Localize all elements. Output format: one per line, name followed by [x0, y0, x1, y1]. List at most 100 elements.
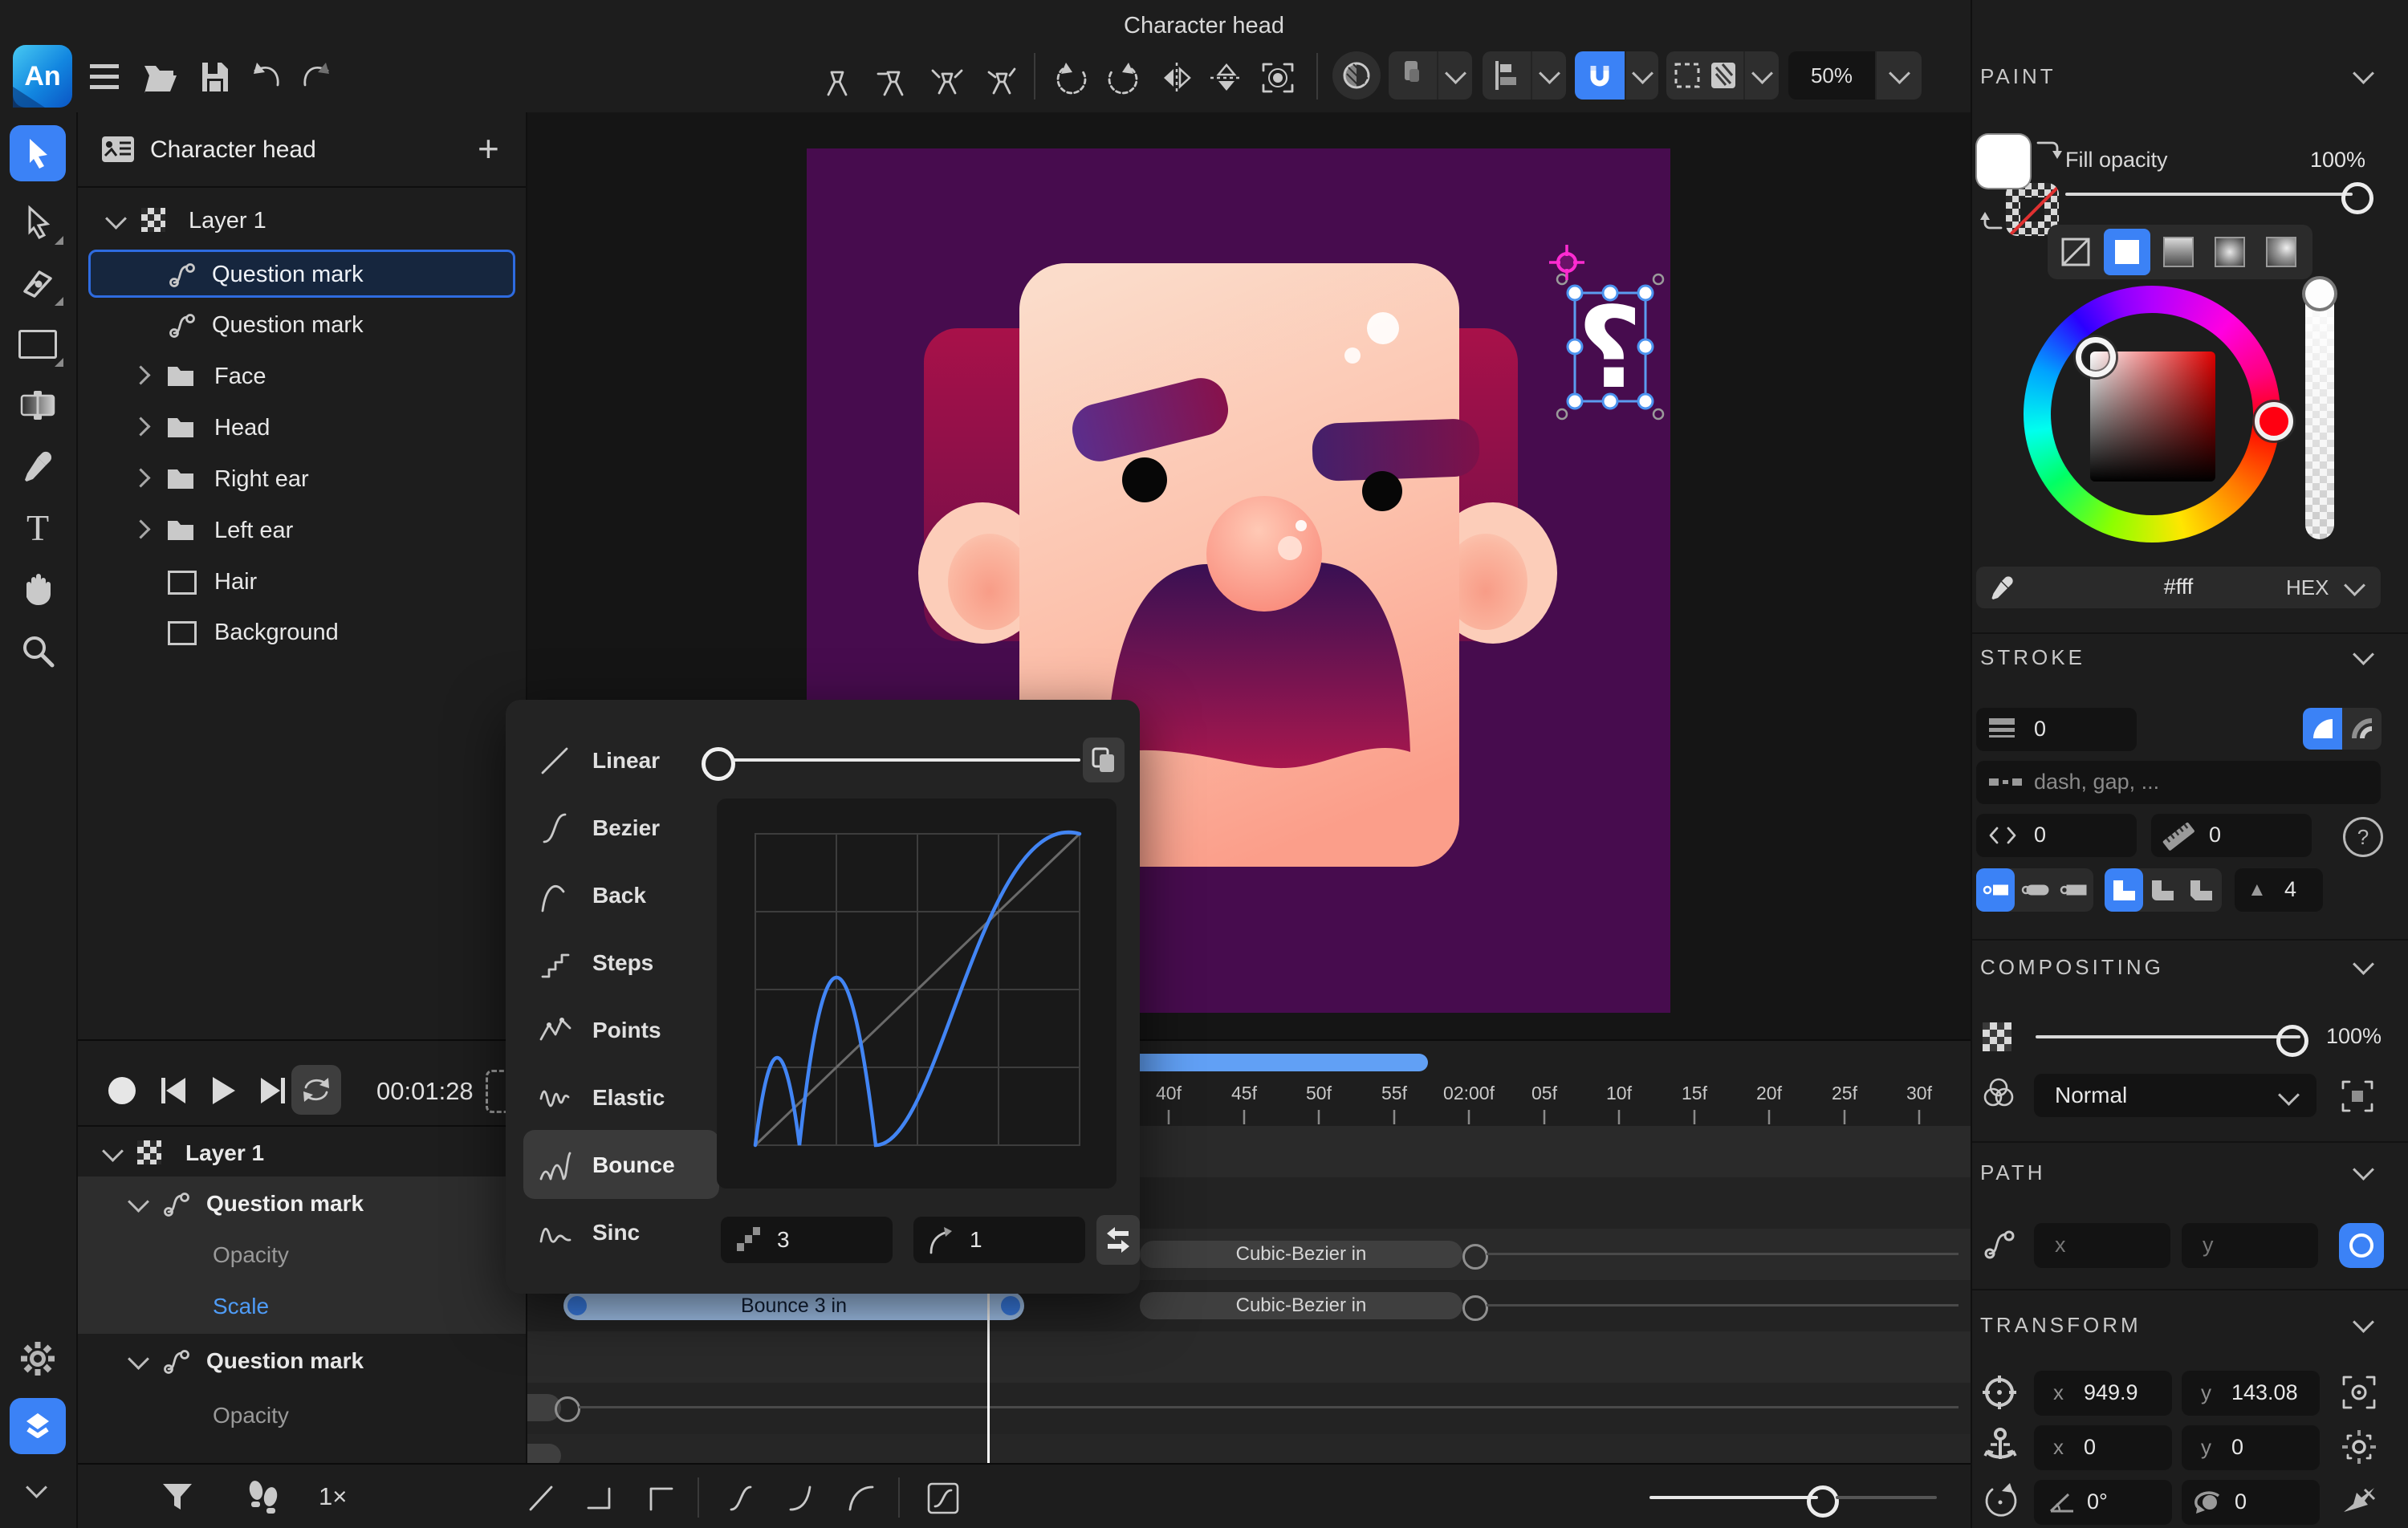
ease-out-icon[interactable] [844, 1481, 879, 1516]
footsteps-icon[interactable] [246, 1479, 279, 1514]
chevron-down-icon[interactable] [105, 208, 127, 230]
swap-direction-button[interactable] [1096, 1215, 1140, 1265]
timeline-zoom-slider[interactable] [1649, 1484, 1938, 1511]
alpha-slider[interactable] [2305, 281, 2334, 539]
ease-hold-in-icon[interactable] [643, 1481, 678, 1516]
track-row-shape[interactable]: Question mark [78, 1334, 526, 1387]
tool-select[interactable] [10, 125, 66, 181]
tool-hand[interactable] [10, 562, 66, 618]
stroke-length-input[interactable]: 0 [2151, 814, 2312, 857]
snap-toggle-button[interactable] [1575, 51, 1625, 100]
align-chevron[interactable] [1532, 51, 1566, 100]
anchor-y-input[interactable]: y 0 [2182, 1425, 2320, 1470]
app-logo[interactable]: An [13, 45, 72, 108]
ease-linear-icon[interactable] [524, 1481, 559, 1516]
chevron-right-icon[interactable] [131, 417, 150, 436]
ease-hold-out-icon[interactable] [584, 1481, 619, 1516]
path-follow-button[interactable] [2339, 1223, 2384, 1268]
swap-fill-stroke-icon[interactable] [2035, 135, 2062, 162]
rotate-cw-button[interactable] [1106, 61, 1141, 95]
hue-handle[interactable] [2255, 402, 2293, 441]
save-button[interactable] [197, 59, 233, 95]
tween-clip-cubic-1[interactable]: Cubic-Bezier in [1140, 1241, 1462, 1268]
tool-eyedropper[interactable] [10, 438, 66, 494]
snap-group[interactable] [1575, 51, 1658, 100]
transform-collapse-chevron[interactable] [2353, 1311, 2374, 1333]
stroke-align-toggle[interactable] [2303, 708, 2382, 750]
chevron-right-icon[interactable] [131, 519, 150, 538]
paint-none-button[interactable] [2052, 229, 2099, 275]
layer-row[interactable]: Right ear [78, 457, 526, 502]
blend-mode-select[interactable]: Normal [2034, 1074, 2316, 1117]
join-miter-button[interactable] [2105, 868, 2143, 912]
layer-row[interactable]: Left ear [78, 508, 526, 553]
clip-fragment[interactable] [527, 1444, 561, 1463]
select-options-chevron[interactable] [1745, 51, 1779, 100]
position-y-input[interactable]: y 143.08 [2182, 1371, 2320, 1416]
paint-header[interactable]: PAINT [1980, 64, 2056, 89]
stroke-width-input[interactable]: 0 [1976, 708, 2137, 751]
track-row-layer[interactable]: Layer 1 [78, 1128, 526, 1176]
easing-item-bezier[interactable]: Bezier [538, 811, 660, 845]
tool-rectangle[interactable] [10, 316, 66, 372]
copy-easing-button[interactable] [1083, 738, 1125, 782]
chevron-right-icon[interactable] [131, 365, 150, 384]
timecode[interactable]: 00:01:28 [376, 1077, 474, 1106]
easing-item-steps[interactable]: Steps [538, 946, 653, 980]
undo-button[interactable] [247, 61, 283, 93]
prev-frame-button[interactable] [157, 1075, 190, 1107]
ease-in-icon[interactable] [784, 1481, 820, 1516]
redo-button[interactable] [300, 61, 336, 93]
cap-butt-button[interactable] [1976, 868, 2015, 912]
layer-label[interactable]: Question mark [212, 262, 364, 288]
scene-title[interactable]: Character head [150, 136, 316, 164]
tween-clip-cubic-2[interactable]: Cubic-Bezier in [1140, 1292, 1462, 1319]
slider-handle[interactable] [1807, 1485, 1839, 1518]
layer-label[interactable]: Face [214, 364, 266, 390]
tool-text[interactable]: T [10, 499, 66, 555]
filter-icon[interactable] [161, 1482, 193, 1513]
join-bevel-button[interactable] [2182, 868, 2220, 912]
slider-handle[interactable] [2341, 182, 2373, 214]
layer-row[interactable]: Face [78, 354, 526, 399]
layer-label[interactable]: Head [214, 415, 270, 441]
angle-input[interactable]: 0° [2034, 1480, 2172, 1525]
path-collapse-chevron[interactable] [2353, 1159, 2374, 1181]
tool-gradient[interactable] [10, 377, 66, 433]
swap-fill-stroke-icon-2[interactable] [1977, 209, 2004, 236]
compositing-collapse-chevron[interactable] [2353, 953, 2374, 975]
track-row-property[interactable]: Opacity [78, 1229, 526, 1281]
tool-direct-select[interactable] [10, 194, 66, 250]
layer-row[interactable]: Background [78, 610, 526, 655]
sv-handle[interactable] [2076, 337, 2116, 377]
ease-custom-icon[interactable] [925, 1481, 961, 1516]
rotations-input[interactable]: 0 [2182, 1480, 2320, 1525]
zoom-control[interactable]: 50% [1788, 51, 1922, 100]
ease-in-out-icon[interactable] [725, 1481, 760, 1516]
track-row-property[interactable]: Opacity [78, 1387, 526, 1438]
menu-button[interactable] [90, 64, 119, 89]
layer-label[interactable]: Background [214, 620, 339, 646]
shape-mode-chevron[interactable] [1438, 51, 1472, 100]
paint-radial-button[interactable] [2207, 229, 2253, 275]
easing-item-back[interactable]: Back [538, 879, 646, 912]
position-x-input[interactable]: x 949.9 [2034, 1371, 2172, 1416]
isolate-icon[interactable] [2340, 1079, 2375, 1114]
layer-row[interactable]: Question mark [78, 303, 526, 347]
frame-position-icon[interactable] [2341, 1374, 2377, 1411]
slider-handle[interactable] [2276, 1025, 2308, 1057]
cap-square-button[interactable] [2053, 868, 2092, 912]
layer-row[interactable]: Layer 1 [78, 198, 526, 243]
rotate-ccw-button[interactable] [1053, 61, 1088, 95]
keyframe[interactable] [1462, 1295, 1488, 1321]
tool-zoom[interactable] [10, 623, 66, 679]
stroke-help-button[interactable]: ? [2343, 817, 2383, 857]
snap-chevron[interactable] [1626, 51, 1658, 100]
layer-label[interactable]: Right ear [214, 466, 309, 493]
compositing-header[interactable]: COMPOSITING [1980, 955, 2164, 980]
auto-orient-icon[interactable] [2341, 1483, 2377, 1518]
playback-speed[interactable]: 1× [319, 1482, 347, 1511]
transform-header[interactable]: TRANSFORM [1980, 1313, 2142, 1338]
stroke-header[interactable]: STROKE [1980, 645, 2085, 670]
stroke-align-outside[interactable] [2342, 708, 2382, 750]
